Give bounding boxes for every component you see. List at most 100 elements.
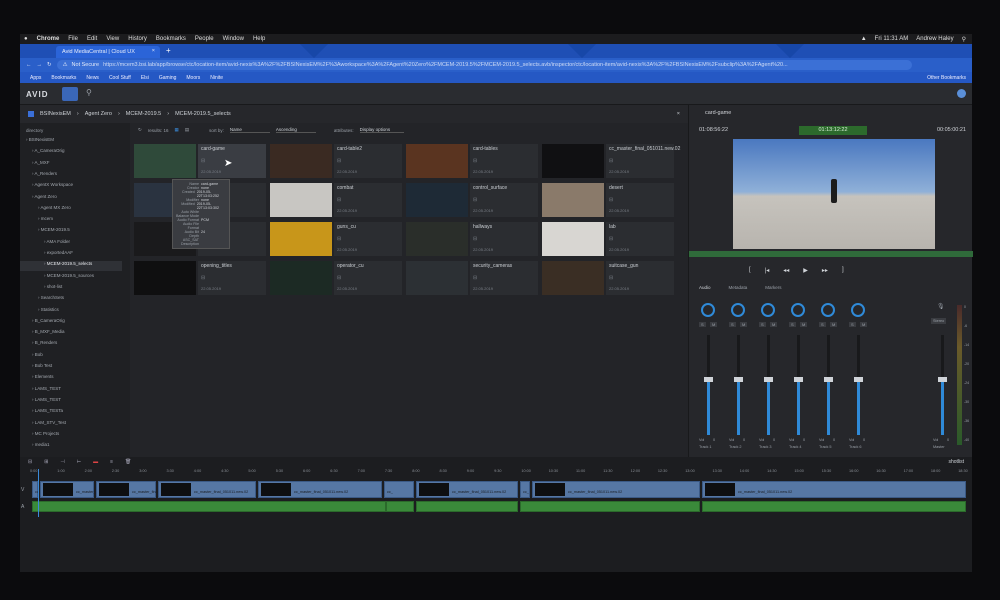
tool-icon[interactable]: ⊟ — [28, 459, 32, 465]
user-name[interactable]: Andrew Haley — [916, 36, 953, 42]
back-icon[interactable]: ← — [26, 62, 32, 68]
bookmark-cool-stuff[interactable]: Cool Stuff — [109, 75, 131, 81]
bookmark-news[interactable]: News — [86, 75, 99, 81]
solo-button[interactable]: S — [759, 322, 766, 327]
mute-button[interactable]: M — [710, 322, 718, 327]
tree-item[interactable]: › Agent Zero — [20, 194, 122, 204]
mark-in-icon[interactable]: [ — [749, 267, 751, 274]
tree-item[interactable]: › B_CameraOrig — [20, 318, 122, 328]
pan-knob[interactable] — [761, 303, 775, 317]
clip-thumbnail[interactable] — [542, 183, 604, 217]
tree-item[interactable]: › A_Renders — [20, 171, 122, 181]
clip-thumbnail[interactable] — [542, 144, 604, 178]
forward-icon[interactable]: ▸▸ — [822, 267, 828, 274]
clip-card[interactable]: card-tables ⊟ 22.05.2019 — [406, 144, 538, 178]
tree-item[interactable]: › MCEM-2019.5_sources — [20, 273, 122, 283]
pan-knob[interactable] — [701, 303, 715, 317]
audio-clip[interactable] — [416, 501, 518, 512]
clip-thumbnail[interactable] — [270, 261, 332, 295]
search-icon[interactable]: ⚲ — [962, 36, 966, 43]
display-options-select[interactable]: Display options — [359, 127, 404, 133]
video-clip[interactable]: cc_master_final_051011.new.02 — [416, 481, 518, 498]
reload-icon[interactable]: ↻ — [47, 62, 52, 68]
tree-item[interactable]: › Bob — [20, 352, 122, 362]
clip-thumbnail[interactable] — [270, 222, 332, 256]
tree-item[interactable]: › Bob Test — [20, 363, 122, 373]
timeline-ruler[interactable]: 0:00 1:00 2:00 2:30 3:00 3:30 4:00 4:30 5:00 5:30… — [30, 469, 972, 477]
tree-item[interactable]: › AgentX Workspace — [20, 182, 122, 192]
clip-info[interactable]: hallways ⊟ 22.05.2019 — [470, 222, 538, 256]
video-clip[interactable]: cc_ — [520, 481, 530, 498]
pan-knob[interactable] — [791, 303, 805, 317]
clip-card[interactable]: cc_master_final_051011.new.02 ⊟ 22.05.2019 — [542, 144, 680, 178]
new-tab-icon[interactable]: + — [166, 46, 171, 55]
fader-handle[interactable] — [794, 377, 803, 382]
tree-item[interactable]: › B_MXF_Media — [20, 329, 122, 339]
clip-thumbnail[interactable] — [406, 144, 468, 178]
audio-clip[interactable] — [520, 501, 700, 512]
fader-handle[interactable] — [824, 377, 833, 382]
close-icon[interactable]: × — [152, 48, 155, 54]
pan-knob[interactable] — [731, 303, 745, 317]
tab-metadata[interactable]: Metadata — [729, 285, 748, 290]
audio-clip[interactable] — [702, 501, 966, 512]
clip-card[interactable]: opening_titles ⊟ 22.05.2019 — [134, 261, 266, 295]
fader-handle[interactable] — [704, 377, 713, 382]
fader-handle[interactable] — [854, 377, 863, 382]
fader-handle[interactable] — [764, 377, 773, 382]
clip-thumbnail[interactable] — [270, 144, 332, 178]
tab-markers[interactable]: Markers — [765, 285, 781, 290]
clip-card[interactable]: guns_cu ⊟ 22.05.2019 — [270, 222, 402, 256]
tree-item[interactable]: › B_Renders — [20, 340, 122, 350]
tree-item[interactable]: › mcem — [20, 216, 122, 226]
browser-tab[interactable]: Avid MediaCentral | Cloud UX × — [56, 46, 160, 58]
solo-button[interactable]: S — [849, 322, 856, 327]
rewind-icon[interactable]: ◂◂ — [783, 267, 789, 274]
sort-order-select[interactable]: Ascending — [275, 127, 316, 133]
breadcrumb-item[interactable]: MCEM-2019.5_selects — [175, 111, 231, 117]
clip-info[interactable]: security_cameras ⊟ 22.05.2019 — [470, 261, 538, 295]
wifi-icon[interactable]: ▲ — [861, 36, 867, 42]
clip-card[interactable]: desert ⊟ 22.05.2019 — [542, 183, 674, 217]
step-back-icon[interactable]: |◂ — [765, 267, 770, 274]
clip-card[interactable]: card-table2 ⊟ 22.05.2019 — [270, 144, 402, 178]
tree-item[interactable]: › MCEM-2019.5_selects — [20, 261, 122, 272]
menu-history[interactable]: History — [128, 36, 147, 42]
clip-card[interactable]: lab ⊟ 22.05.2019 — [542, 222, 674, 256]
clip-thumbnail[interactable] — [406, 183, 468, 217]
apple-icon[interactable]: ● — [24, 36, 28, 42]
menu-view[interactable]: View — [106, 36, 119, 42]
clip-info[interactable]: opening_titles ⊟ 22.05.2019 — [198, 261, 266, 295]
clip-info[interactable]: card-table2 ⊟ 22.05.2019 — [334, 144, 402, 178]
tree-item[interactable]: › SearchSets — [20, 295, 122, 305]
tool-icon[interactable]: ⊢ — [77, 459, 81, 465]
tree-item[interactable]: › Elements — [20, 374, 122, 384]
fader-handle[interactable] — [734, 377, 743, 382]
mute-button[interactable]: M — [830, 322, 838, 327]
tree-item[interactable]: › LAMS_TEST — [20, 386, 122, 396]
solo-button[interactable]: S — [789, 322, 796, 327]
tree-item[interactable]: › LAMS_TEST — [20, 397, 122, 407]
clip-info[interactable]: combat ⊟ 22.05.2019 — [334, 183, 402, 217]
video-clip[interactable]: cc_ — [384, 481, 414, 498]
tree-item[interactable]: › LAMS_TESTa — [20, 408, 122, 418]
audio-clip[interactable] — [386, 501, 414, 512]
list-view-icon[interactable]: ▤ — [185, 127, 189, 133]
solo-button[interactable]: S — [729, 322, 736, 327]
clip-info[interactable]: operator_cu ⊟ 22.05.2019 — [334, 261, 402, 295]
bookmark-gaming[interactable]: Gaming — [159, 75, 177, 81]
solo-button[interactable]: S — [819, 322, 826, 327]
video-clip[interactable]: cc_master_final_051011.new.02 — [40, 481, 130, 498]
breadcrumb-item[interactable]: BSINexisEM — [40, 111, 71, 117]
clip-card[interactable]: operator_cu ⊟ 22.05.2019 — [270, 261, 402, 295]
mark-out-icon[interactable]: ] — [842, 267, 844, 274]
tree-item[interactable]: › Statistics — [20, 307, 122, 317]
clip-info[interactable]: desert ⊟ 22.05.2019 — [606, 183, 674, 217]
clip-thumbnail[interactable] — [270, 183, 332, 217]
menubar-app-name[interactable]: Chrome — [37, 36, 60, 42]
bookmark-bookmarks[interactable]: Bookmarks — [51, 75, 76, 81]
tree-item[interactable]: › AMA Folder — [20, 239, 122, 249]
search-icon[interactable]: ⚲ — [86, 88, 92, 97]
bookmark-elsi[interactable]: Elsi — [141, 75, 149, 81]
breadcrumb-item[interactable]: MCEM-2019.5 — [126, 111, 161, 117]
